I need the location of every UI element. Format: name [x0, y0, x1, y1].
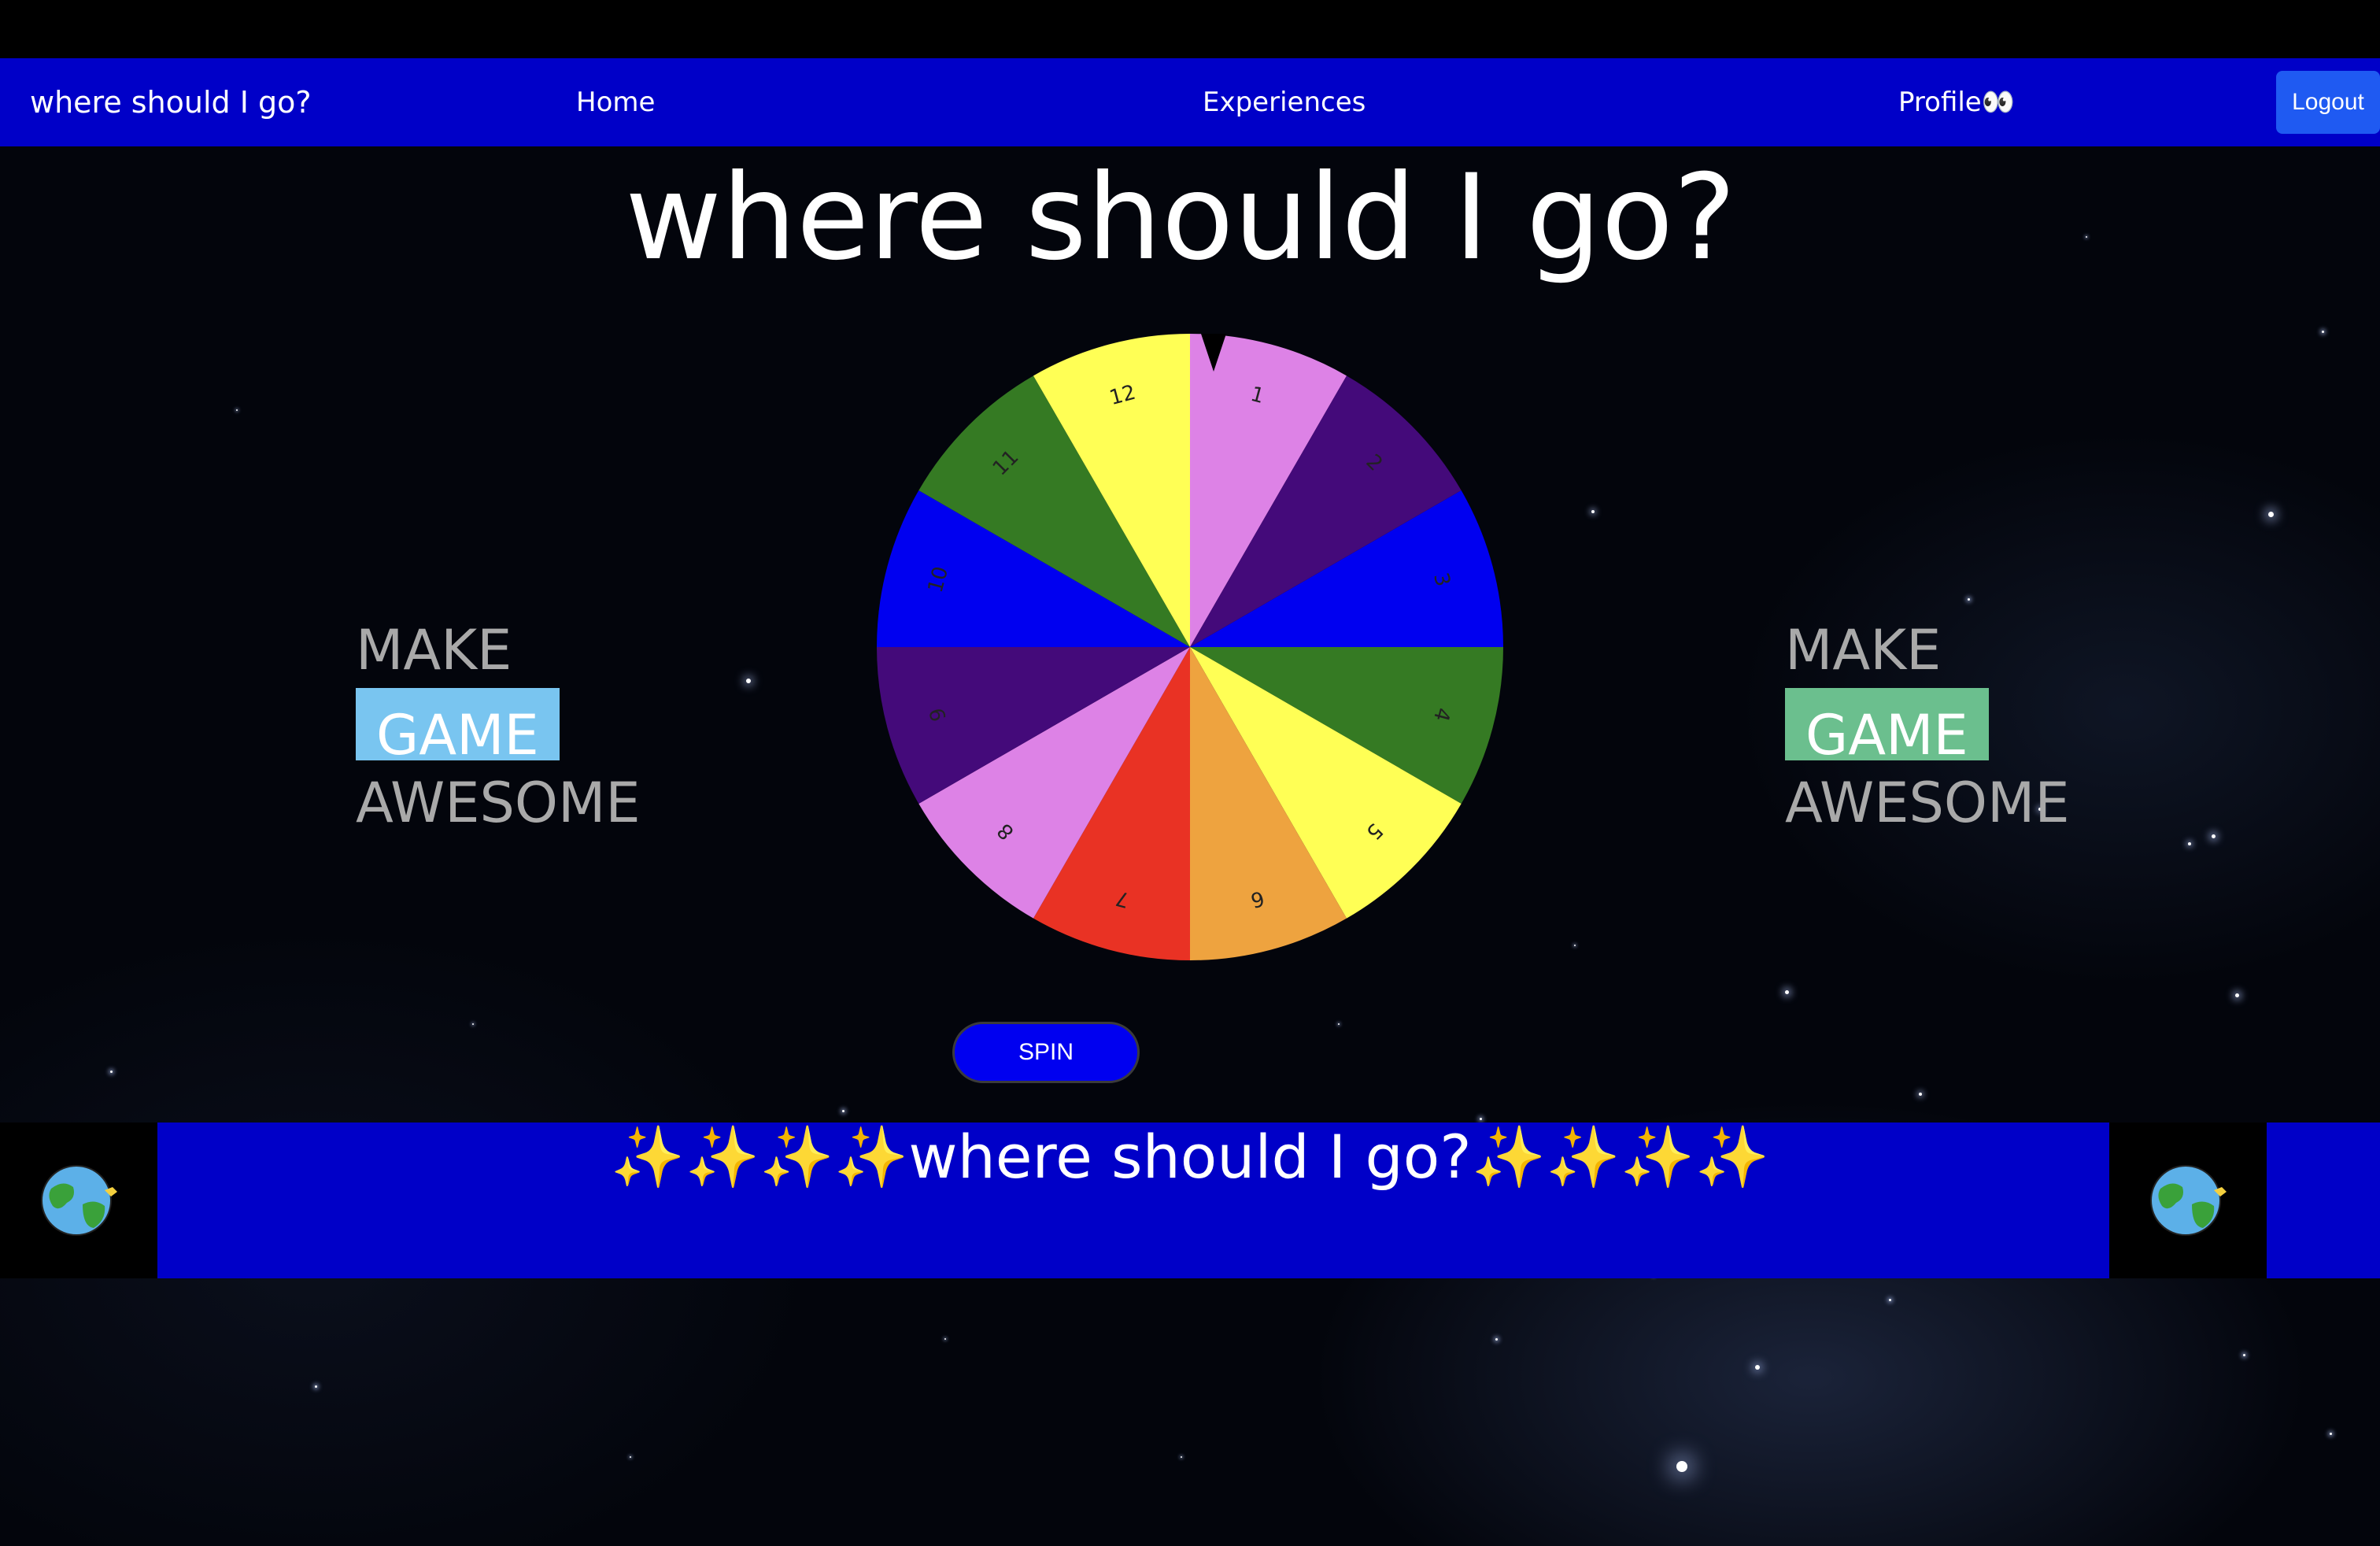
star [1785, 990, 1789, 994]
side-text-left: MAKE GAME AWESOME [356, 614, 641, 839]
star [315, 1385, 317, 1388]
star [746, 679, 751, 683]
make-text: MAKE [356, 618, 512, 682]
star [2330, 1433, 2332, 1435]
logout-button[interactable]: Logout [2276, 71, 2380, 134]
wheel-svg: 123456789101112 [877, 334, 1503, 960]
sparkles-right: ✨✨✨✨ [1471, 1122, 1770, 1192]
sparkles-left: ✨✨✨✨ [610, 1122, 909, 1192]
star [2268, 512, 2274, 517]
awesome-text: AWESOME [1785, 771, 2070, 835]
star [1495, 1338, 1498, 1341]
prize-wheel[interactable]: 1 2 3 4 5 6 7 8 9 10 11 12 [877, 334, 1503, 960]
star [1591, 510, 1595, 513]
nav-home-link[interactable]: Home [576, 58, 655, 146]
top-black-strip [0, 0, 2380, 58]
star [944, 1338, 946, 1340]
star [2235, 993, 2239, 997]
star [1889, 1299, 1891, 1301]
game-text: GAME [1785, 688, 1989, 760]
star [2212, 834, 2216, 838]
star [1755, 1365, 1760, 1370]
star [236, 409, 238, 411]
star [1968, 598, 1970, 601]
star [2243, 1354, 2245, 1356]
star [472, 1023, 474, 1025]
awesome-text: AWESOME [356, 771, 641, 835]
star [842, 1110, 844, 1112]
star [1676, 1461, 1687, 1472]
star [110, 1071, 113, 1073]
game-text: GAME [356, 688, 560, 760]
star [1181, 1456, 1182, 1458]
side-text-right: MAKE GAME AWESOME [1785, 614, 2070, 839]
nav-experiences-link[interactable]: Experiences [1203, 58, 1366, 146]
nav-brand[interactable]: where should I go? [30, 58, 312, 146]
star [1338, 1023, 1340, 1025]
star [2188, 842, 2191, 845]
footer-marquee-text: ✨✨✨✨where should I go?✨✨✨✨ [0, 1118, 2380, 1196]
star [630, 1456, 631, 1458]
spin-button[interactable]: SPIN [952, 1022, 1140, 1083]
star [1919, 1093, 1922, 1096]
make-text: MAKE [1785, 618, 1942, 682]
footer-title: where should I go? [908, 1122, 1472, 1192]
star [1574, 945, 1576, 946]
nav-profile-link[interactable]: Profile👀 [1898, 58, 2015, 146]
star [2322, 331, 2324, 333]
navbar: where should I go? Home Experiences Prof… [0, 58, 2380, 146]
pointer-icon [1201, 334, 1226, 372]
page-title: where should I go? [625, 150, 1736, 287]
